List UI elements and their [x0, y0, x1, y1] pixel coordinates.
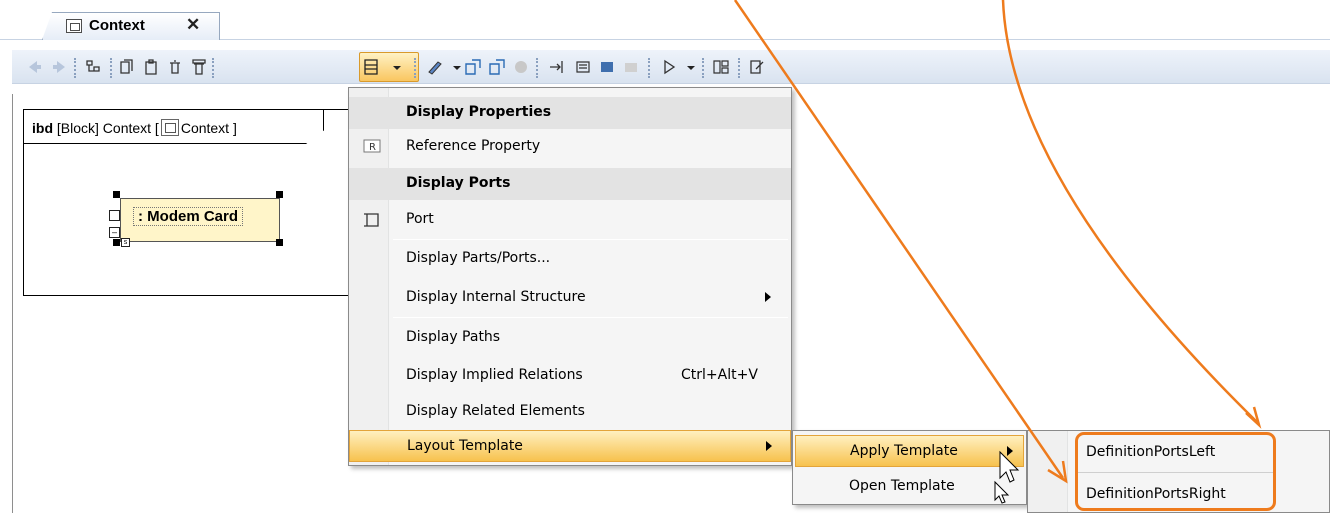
part-label: : Modem Card	[133, 207, 244, 226]
selection-handle[interactable]	[113, 239, 120, 246]
menu-item-display-related-elements[interactable]: Display Related Elements	[349, 396, 791, 428]
menu-item-apply-template[interactable]: Apply Template	[795, 435, 1024, 467]
tab-bar: Context ✕	[0, 0, 1330, 40]
selection-handle[interactable]	[276, 191, 283, 198]
validate-icon[interactable]	[748, 58, 766, 76]
svg-text:R: R	[369, 142, 376, 153]
submenu-arrow-icon	[765, 292, 771, 302]
menu-item-display-implied-relations[interactable]: Display Implied Relations Ctrl+Alt+V	[349, 360, 791, 392]
toolbar-separator	[702, 58, 704, 78]
selection-handle[interactable]	[276, 239, 283, 246]
add-element-2-icon[interactable]	[488, 58, 506, 76]
tab-label: Context	[89, 17, 145, 34]
toolbar-separator	[414, 58, 416, 78]
collapse-icon[interactable]: –	[109, 227, 120, 238]
lock-icon[interactable]	[512, 58, 530, 76]
shortcut-label: Ctrl+Alt+V	[681, 367, 758, 383]
menu-item-port[interactable]: Port	[349, 204, 791, 236]
menu-item-label: Port	[406, 211, 434, 227]
menu-item-label: Layout Template	[407, 438, 523, 454]
menu-item-label: Open Template	[849, 478, 955, 494]
delete-from-model-icon[interactable]	[190, 58, 208, 76]
note-icon[interactable]	[574, 58, 592, 76]
diagram-icon	[66, 19, 82, 33]
compartment-icon[interactable]	[109, 210, 120, 221]
menu-separator	[393, 317, 788, 318]
submenu-arrow-icon	[1007, 446, 1013, 456]
forward-icon[interactable]	[50, 58, 68, 76]
port-icon	[363, 212, 381, 232]
toolbar-separator	[110, 58, 112, 78]
menu-icon-gutter	[1028, 431, 1068, 512]
frame-header: ibd [Block] Context [ Context ]	[24, 110, 324, 144]
back-icon[interactable]	[26, 58, 44, 76]
part-modem-card[interactable]: : Modem Card	[120, 198, 280, 242]
toolbar-separator	[536, 58, 538, 78]
diagram-kind: ibd	[32, 120, 53, 136]
toolbar-separator	[74, 58, 76, 78]
toolbar-separator	[648, 58, 650, 78]
reference-property-icon: R	[363, 139, 381, 157]
smart-manipulator-icon[interactable]: s	[121, 238, 130, 247]
chevron-down-icon[interactable]	[448, 58, 461, 76]
layout-template-submenu: Apply Template Open Template	[792, 430, 1027, 505]
selection-handle[interactable]	[113, 191, 120, 198]
shape-icon[interactable]	[622, 58, 640, 76]
expand-icon[interactable]	[548, 58, 566, 76]
add-element-icon[interactable]	[464, 58, 482, 76]
menu-item-open-template[interactable]: Open Template	[795, 471, 1024, 503]
toolbar-separator	[738, 58, 740, 78]
submenu-arrow-icon	[766, 441, 772, 451]
menu-header-label: Display Ports	[406, 175, 511, 191]
display-context-menu: Display Properties R Reference Property …	[348, 87, 792, 466]
menu-item-label: Display Parts/Ports...	[406, 250, 551, 266]
copy-icon[interactable]	[118, 58, 136, 76]
menu-item-label: Display Implied Relations	[406, 367, 583, 383]
containment-icon[interactable]	[84, 58, 102, 76]
annotation-highlight-box	[1075, 432, 1276, 511]
frame-name: Context ]	[180, 120, 237, 136]
menu-separator	[393, 239, 788, 240]
menu-item-reference-property[interactable]: R Reference Property	[349, 131, 791, 163]
chevron-down-icon[interactable]	[388, 58, 402, 76]
layout-icon[interactable]	[712, 58, 730, 76]
menu-item-layout-template[interactable]: Layout Template	[349, 430, 791, 462]
menu-header-display-ports: Display Ports	[349, 168, 791, 200]
menu-item-label: Display Internal Structure	[406, 289, 586, 305]
menu-item-display-paths[interactable]: Display Paths	[349, 322, 791, 354]
menu-header-label: Display Properties	[406, 104, 552, 120]
menu-item-label: Apply Template	[850, 443, 958, 459]
delete-icon[interactable]	[166, 58, 184, 76]
toolbar-separator	[212, 58, 214, 78]
display-properties-icon[interactable]	[362, 58, 380, 76]
image-icon[interactable]	[598, 58, 616, 76]
menu-item-label: Display Related Elements	[406, 403, 585, 419]
menu-item-label: Reference Property	[406, 138, 541, 154]
frame-label: [Block] Context [	[56, 120, 159, 136]
chevron-down-icon[interactable]	[682, 58, 695, 76]
pen-icon[interactable]	[426, 58, 444, 76]
diagram-toolbar	[12, 50, 1330, 84]
menu-item-display-internal-structure[interactable]: Display Internal Structure	[349, 282, 791, 314]
menu-item-label: Display Paths	[406, 329, 501, 345]
play-icon[interactable]	[660, 58, 678, 76]
paste-icon[interactable]	[142, 58, 160, 76]
frame-title: ibd [Block] Context [ Context ]	[32, 119, 237, 136]
menu-header-display-properties: Display Properties	[349, 97, 791, 129]
block-icon	[160, 119, 179, 136]
tab-context[interactable]: Context ✕	[42, 12, 220, 40]
menu-item-display-parts-ports[interactable]: Display Parts/Ports...	[349, 243, 791, 275]
close-icon[interactable]: ✕	[186, 15, 200, 35]
